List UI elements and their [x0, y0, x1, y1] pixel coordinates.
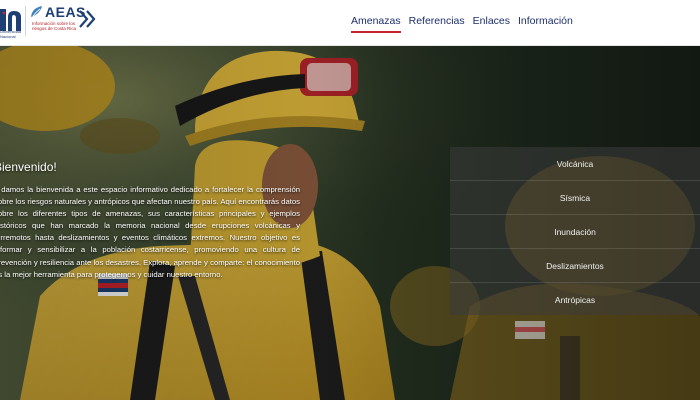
threat-type-menu: Volcánica Sísmica Inundación Deslizamien… — [450, 147, 700, 315]
nav-amenazas[interactable]: Amenazas — [351, 0, 401, 46]
menu-item-inundacion[interactable]: Inundación — [450, 215, 700, 249]
aeas-leaf-icon — [31, 6, 42, 17]
nav-enlaces[interactable]: Enlaces — [473, 0, 510, 46]
menu-item-deslizamientos[interactable]: Deslizamientos — [450, 249, 700, 283]
menu-item-volcanica[interactable]: Volcánica — [450, 147, 700, 181]
university-logo-text: Universidad Nacional — [0, 29, 22, 39]
menu-item-antropicas[interactable]: Antrópicas — [450, 283, 700, 317]
double-chevron-icon — [79, 10, 96, 28]
aeas-tagline: Información sobre los riesgos de Costa R… — [32, 21, 77, 31]
welcome-panel: Bienvenido! e damos la bienvenida a este… — [0, 160, 300, 281]
main-nav: Amenazas Referencias Enlaces Información — [351, 0, 573, 46]
site-header: Universidad Nacional AEAS Información so… — [0, 0, 700, 46]
hero-section: Bienvenido! e damos la bienvenida a este… — [0, 46, 700, 400]
welcome-body: e damos la bienvenida a este espacio inf… — [0, 185, 300, 279]
welcome-title: Bienvenido! — [0, 160, 57, 174]
menu-item-sismica[interactable]: Sísmica — [450, 181, 700, 215]
nav-informacion[interactable]: Información — [518, 0, 573, 46]
nav-referencias[interactable]: Referencias — [409, 0, 465, 46]
logo-divider — [25, 6, 26, 36]
